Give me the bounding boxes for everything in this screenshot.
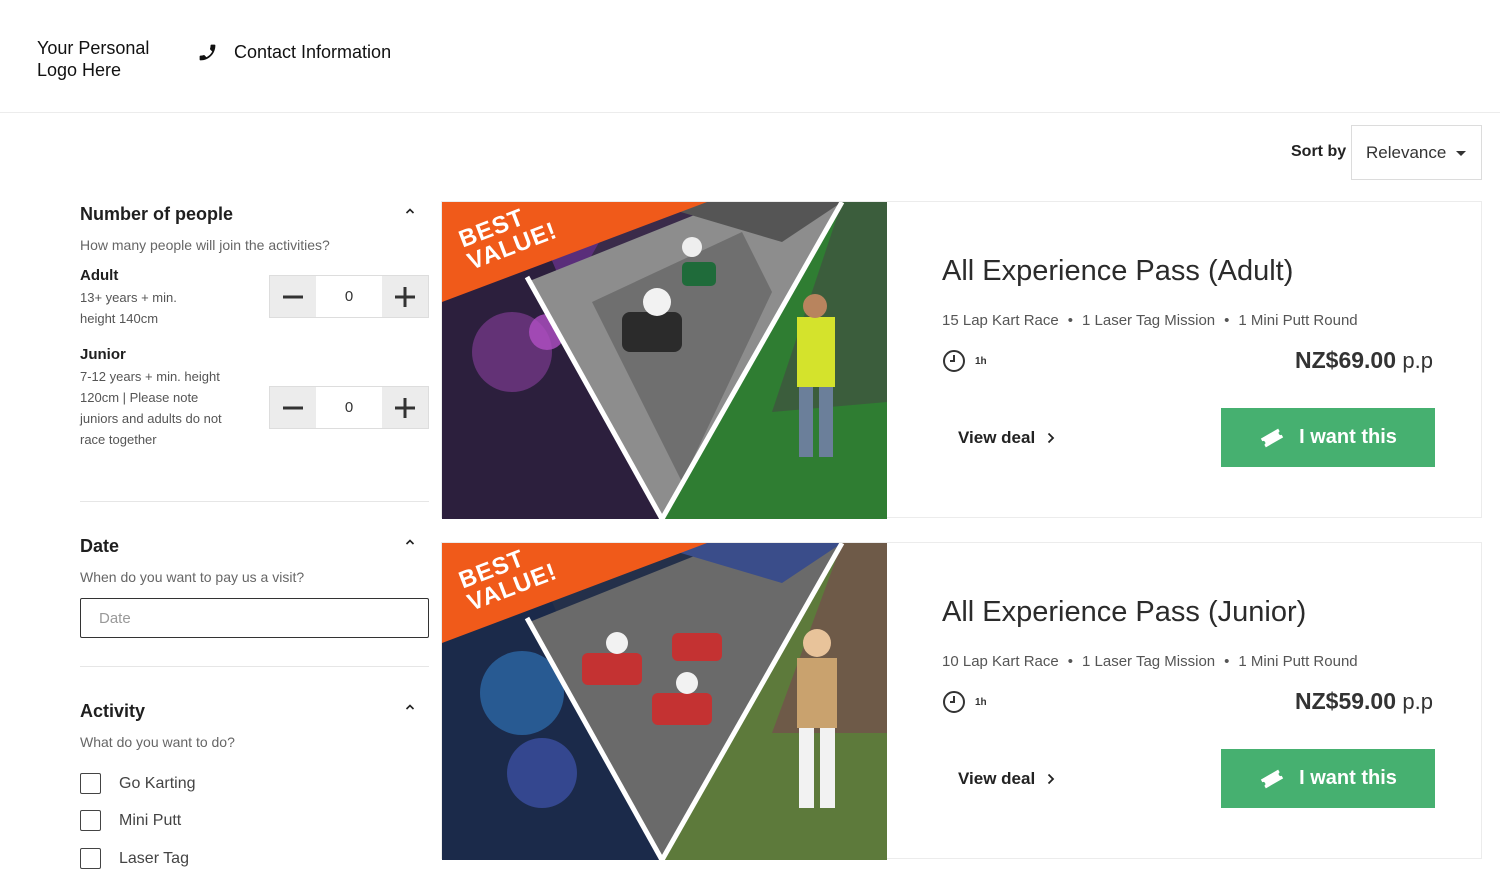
adult-description: 13+ years + min. height 140cm [80, 290, 177, 326]
deal-feature: 1 Laser Tag Mission [1082, 312, 1216, 329]
adult-label: Adult [80, 267, 119, 284]
clock-icon [943, 350, 965, 372]
bullet: • [1224, 653, 1230, 670]
deal-feature: 15 Lap Kart Race [942, 312, 1059, 329]
activity-option-label: Mini Putt [119, 811, 182, 829]
price-unit: p.p [1402, 689, 1433, 714]
activity-option-mini-putt[interactable]: Mini Putt [80, 810, 181, 831]
i-want-this-button[interactable]: I want this [1221, 749, 1435, 808]
duration-text: 1h [975, 696, 987, 708]
deal-feature: 1 Mini Putt Round [1238, 312, 1358, 329]
ticket-icon [1260, 428, 1284, 447]
deal-duration: 1h [942, 349, 987, 373]
adult-increment-button[interactable] [382, 276, 428, 317]
checkbox[interactable] [80, 848, 101, 869]
chevron-right-icon [1048, 773, 1055, 785]
junior-count[interactable]: 0 [316, 387, 382, 428]
chevron-up-icon[interactable] [405, 206, 415, 216]
clock-icon [943, 691, 965, 713]
deal-title[interactable]: All Experience Pass (Junior) [942, 596, 1306, 629]
activity-option-label: Go Karting [119, 774, 196, 792]
junior-increment-button[interactable] [382, 387, 428, 428]
adult-count[interactable]: 0 [316, 276, 382, 317]
people-section-title: Number of people [80, 204, 234, 224]
junior-decrement-button[interactable] [270, 387, 316, 428]
deal-price: NZ$59.00 p.p [1295, 688, 1433, 715]
deal-title[interactable]: All Experience Pass (Adult) [942, 255, 1293, 288]
junior-stepper: 0 [269, 386, 429, 429]
bullet: • [1067, 653, 1074, 670]
plus-icon [395, 397, 415, 418]
phone-icon [199, 44, 216, 61]
contact-link[interactable]: Contact Information [197, 42, 391, 63]
duration-text: 1h [975, 355, 987, 367]
people-section-subtitle: How many people will join the activities… [80, 237, 330, 253]
deal-feature: 1 Laser Tag Mission [1082, 653, 1216, 670]
date-input[interactable] [80, 598, 429, 638]
sort-select[interactable]: Relevance [1351, 125, 1482, 180]
deal-image[interactable]: BEST VALUE! [442, 202, 887, 519]
ticket-icon [1260, 769, 1284, 788]
activity-option-label: Laser Tag [119, 849, 189, 867]
deal-card[interactable]: BEST VALUE! All Experience Pass (Adult) … [441, 201, 1482, 519]
activity-option-laser-tag[interactable]: Laser Tag [80, 848, 189, 869]
section-divider [80, 501, 429, 502]
deal-card[interactable]: BEST VALUE! All Experience Pass (Junior)… [441, 542, 1482, 860]
deal-feature: 10 Lap Kart Race [942, 653, 1059, 670]
caret-down-icon [1456, 151, 1466, 156]
checkbox[interactable] [80, 810, 101, 831]
deal-feature: 1 Mini Putt Round [1238, 653, 1358, 670]
view-deal-link[interactable]: View deal [958, 769, 1055, 789]
sort-selected-value: Relevance [1366, 142, 1447, 162]
deal-image[interactable]: BEST VALUE! [442, 543, 887, 860]
deal-price: NZ$69.00 p.p [1295, 347, 1433, 374]
minus-icon [283, 406, 303, 409]
activity-option-go-karting[interactable]: Go Karting [80, 773, 195, 794]
plus-icon [395, 286, 415, 307]
site-header: Your Personal Logo Here Contact Informat… [0, 0, 1500, 113]
cta-label: I want this [1299, 767, 1397, 789]
junior-label: Junior [80, 346, 126, 363]
deal-duration: 1h [942, 690, 987, 714]
junior-description: 7-12 years + min. height 120cm | Please … [80, 369, 222, 447]
site-logo[interactable]: Your Personal Logo Here [37, 37, 177, 81]
chevron-up-icon[interactable] [405, 537, 415, 547]
activity-section-title: Activity [80, 701, 146, 721]
cta-label: I want this [1299, 426, 1397, 448]
date-section-subtitle: When do you want to pay us a visit? [80, 569, 305, 585]
bullet: • [1067, 312, 1074, 329]
deal-features: 15 Lap Kart Race • 1 Laser Tag Mission •… [942, 312, 1358, 329]
adult-stepper: 0 [269, 275, 429, 318]
view-deal-link[interactable]: View deal [958, 428, 1055, 448]
checkbox[interactable] [80, 773, 101, 794]
view-deal-label: View deal [958, 769, 1036, 788]
sort-label: Sort by [1291, 143, 1347, 160]
minus-icon [283, 295, 303, 298]
chevron-up-icon[interactable] [405, 702, 415, 712]
view-deal-label: View deal [958, 428, 1036, 447]
contact-text: Contact Information [234, 42, 392, 62]
activity-section-subtitle: What do you want to do? [80, 734, 235, 750]
price-value: NZ$59.00 [1295, 688, 1397, 714]
bullet: • [1224, 312, 1230, 329]
section-divider [80, 666, 429, 667]
adult-decrement-button[interactable] [270, 276, 316, 317]
price-value: NZ$69.00 [1295, 347, 1397, 373]
price-unit: p.p [1402, 348, 1433, 373]
date-section-title: Date [80, 536, 120, 556]
chevron-right-icon [1048, 432, 1055, 444]
deal-features: 10 Lap Kart Race • 1 Laser Tag Mission •… [942, 653, 1358, 670]
i-want-this-button[interactable]: I want this [1221, 408, 1435, 467]
